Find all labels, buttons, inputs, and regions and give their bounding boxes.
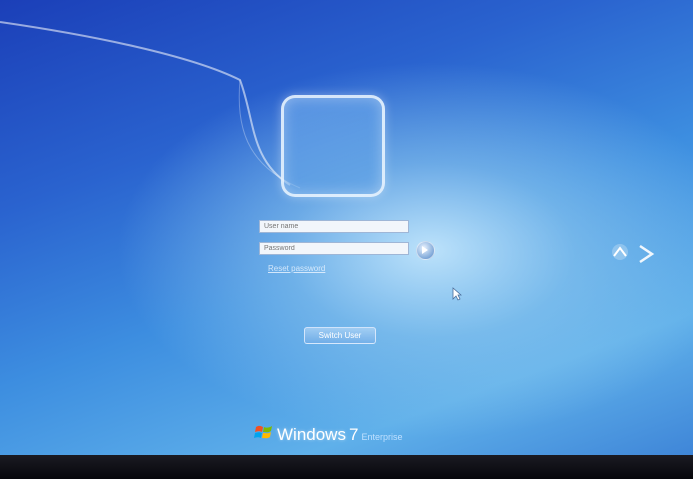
user-picture-frame xyxy=(281,95,385,197)
reset-password-link[interactable]: Reset password xyxy=(268,264,325,273)
mouse-cursor-icon xyxy=(452,287,462,301)
windows-branding: Windows 7 Enterprise xyxy=(254,420,403,444)
login-screen: Reset password Switch User Windows 7 Ent… xyxy=(0,0,693,455)
windows-flag-icon xyxy=(254,425,272,439)
brand-edition: Enterprise xyxy=(361,432,403,442)
monitor-bezel xyxy=(0,455,693,479)
brand-version: 7 xyxy=(348,425,359,444)
brand-name: Windows xyxy=(277,425,346,444)
username-field[interactable] xyxy=(259,220,409,233)
switch-user-button[interactable]: Switch User xyxy=(304,327,376,344)
go-arrow-icon xyxy=(422,246,428,254)
ease-of-access-icon[interactable] xyxy=(600,236,660,270)
submit-button[interactable] xyxy=(416,241,435,260)
password-field[interactable] xyxy=(259,242,409,255)
